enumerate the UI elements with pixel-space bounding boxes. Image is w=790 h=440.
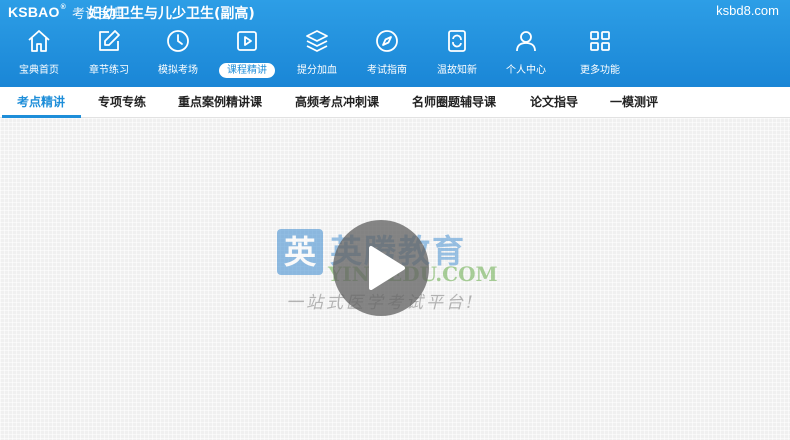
nav-label: 个人中心 — [506, 65, 546, 76]
nav-label: 模拟考场 — [158, 65, 198, 76]
logo-text: KSBAO — [8, 4, 60, 20]
nav-item-exam-guide[interactable]: 考试指南 — [352, 26, 422, 84]
nav-item-review[interactable]: 温故知新 — [422, 26, 492, 84]
app-header: KSBAO ® 考试宝典 妇幼卫生与儿少卫生(副高) ksbd8.com 宝典首页… — [0, 0, 790, 87]
page-title: 妇幼卫生与儿少卫生(副高) — [88, 6, 255, 22]
home-icon — [26, 28, 52, 54]
yingedu-logo-mark: 英 — [277, 229, 323, 275]
clock-icon — [165, 28, 191, 54]
sub-tabs: 考点精讲 专项专练 重点案例精讲课 高频考点冲刺课 名师圈题辅导课 论文指导 一… — [0, 87, 790, 118]
ksbao-logo[interactable]: KSBAO ® — [8, 4, 66, 22]
nav-label: 提分加血 — [297, 65, 337, 76]
play-square-icon — [234, 28, 260, 54]
nav-item-course-lectures[interactable]: 课程精讲 — [212, 26, 282, 84]
nav-item-mock-exam[interactable]: 模拟考场 — [143, 26, 213, 84]
tab-special-practice[interactable]: 专项专练 — [98, 87, 146, 118]
tab-mock-assessment[interactable]: 一模测评 — [610, 87, 658, 118]
tab-tutor-course[interactable]: 名师圈题辅导课 — [412, 87, 496, 118]
compass-icon — [374, 28, 400, 54]
tab-key-points[interactable]: 考点精讲 — [17, 87, 65, 118]
nav-item-personal-center[interactable]: 个人中心 — [491, 26, 561, 84]
nav-label: 章节练习 — [89, 65, 129, 76]
nav-label: 宝典首页 — [19, 65, 59, 76]
site-url: ksbd8.com — [716, 3, 779, 18]
grid-icon — [587, 28, 613, 54]
edit-icon — [96, 28, 122, 54]
nav-label: 课程精讲 — [219, 63, 275, 78]
nav-item-home[interactable]: 宝典首页 — [4, 26, 74, 84]
layers-icon — [304, 28, 330, 54]
play-button[interactable] — [333, 220, 429, 316]
nav-label: 考试指南 — [367, 65, 407, 76]
tab-key-cases[interactable]: 重点案例精讲课 — [178, 87, 262, 118]
nav-item-score-boost[interactable]: 提分加血 — [282, 26, 352, 84]
nav-label: 更多功能 — [580, 65, 620, 76]
nav-label: 温故知新 — [437, 65, 477, 76]
user-icon — [513, 28, 539, 54]
tab-sprint-course[interactable]: 高频考点冲刺课 — [295, 87, 379, 118]
nav-item-more-features[interactable]: 更多功能 — [565, 26, 635, 84]
refresh-doc-icon — [444, 28, 470, 54]
play-icon — [369, 246, 405, 290]
tab-thesis-guidance[interactable]: 论文指导 — [530, 87, 578, 118]
main-nav: 宝典首页 章节练习 模拟考场 课程精讲 提分加血 考试指南 温故知新 个人中心 … — [0, 26, 790, 84]
logo-registered-mark: ® — [60, 4, 66, 11]
nav-item-chapter-practice[interactable]: 章节练习 — [74, 26, 144, 84]
